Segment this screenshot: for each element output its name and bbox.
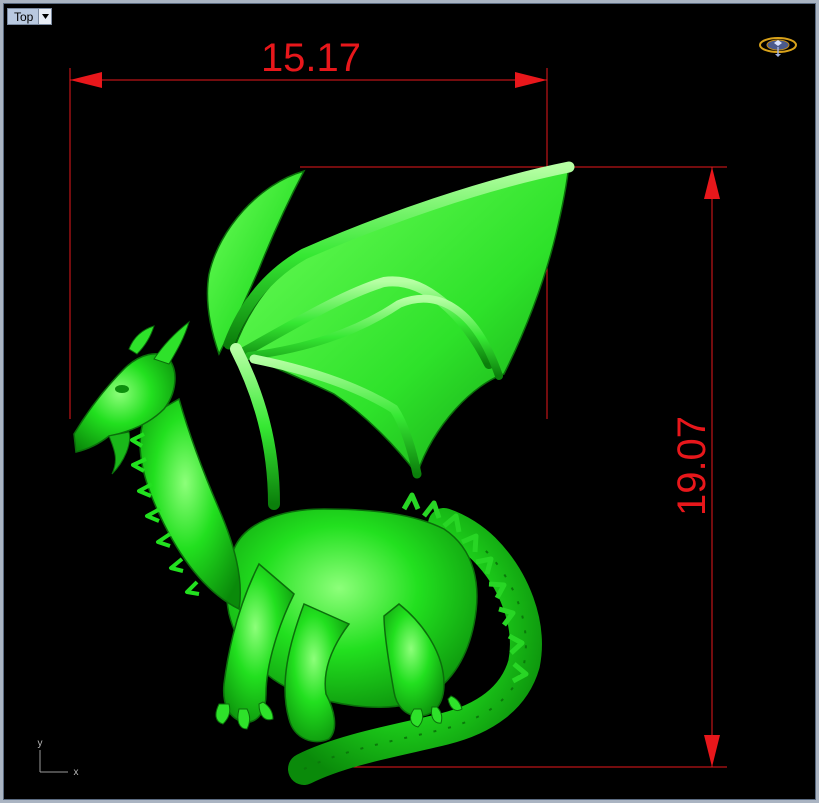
scene-canvas[interactable]: 15.17 19.07 y x xyxy=(4,4,816,800)
width-dimension-label: 15.17 xyxy=(261,36,361,80)
width-arrow-left-icon xyxy=(70,72,102,88)
viewport-frame: 15.17 19.07 y x Top xyxy=(0,0,819,803)
viewport-menu-dropdown[interactable] xyxy=(38,9,52,24)
x-axis-label: x xyxy=(74,767,79,778)
neck xyxy=(139,397,242,611)
top-viewport[interactable]: 15.17 19.07 y x Top xyxy=(3,3,816,800)
horn-back-icon xyxy=(128,325,155,355)
axis-indicator: y x xyxy=(38,738,79,778)
horn-icon xyxy=(153,320,190,365)
dragon-model-icon[interactable] xyxy=(73,161,575,785)
height-arrow-top-icon xyxy=(704,167,720,199)
viewport-title-tab[interactable]: Top xyxy=(7,8,53,25)
wing-arm xyxy=(230,343,280,510)
gumball-navigation-icon[interactable] xyxy=(759,37,797,57)
y-axis-label: y xyxy=(38,738,43,749)
height-dimension-label: 19.07 xyxy=(670,416,714,516)
jaw xyxy=(108,431,131,475)
width-arrow-right-icon xyxy=(515,72,547,88)
viewport-name-label[interactable]: Top xyxy=(8,9,39,24)
eye-icon xyxy=(115,385,129,393)
chevron-down-icon xyxy=(41,14,49,19)
height-arrow-bottom-icon xyxy=(704,735,720,767)
